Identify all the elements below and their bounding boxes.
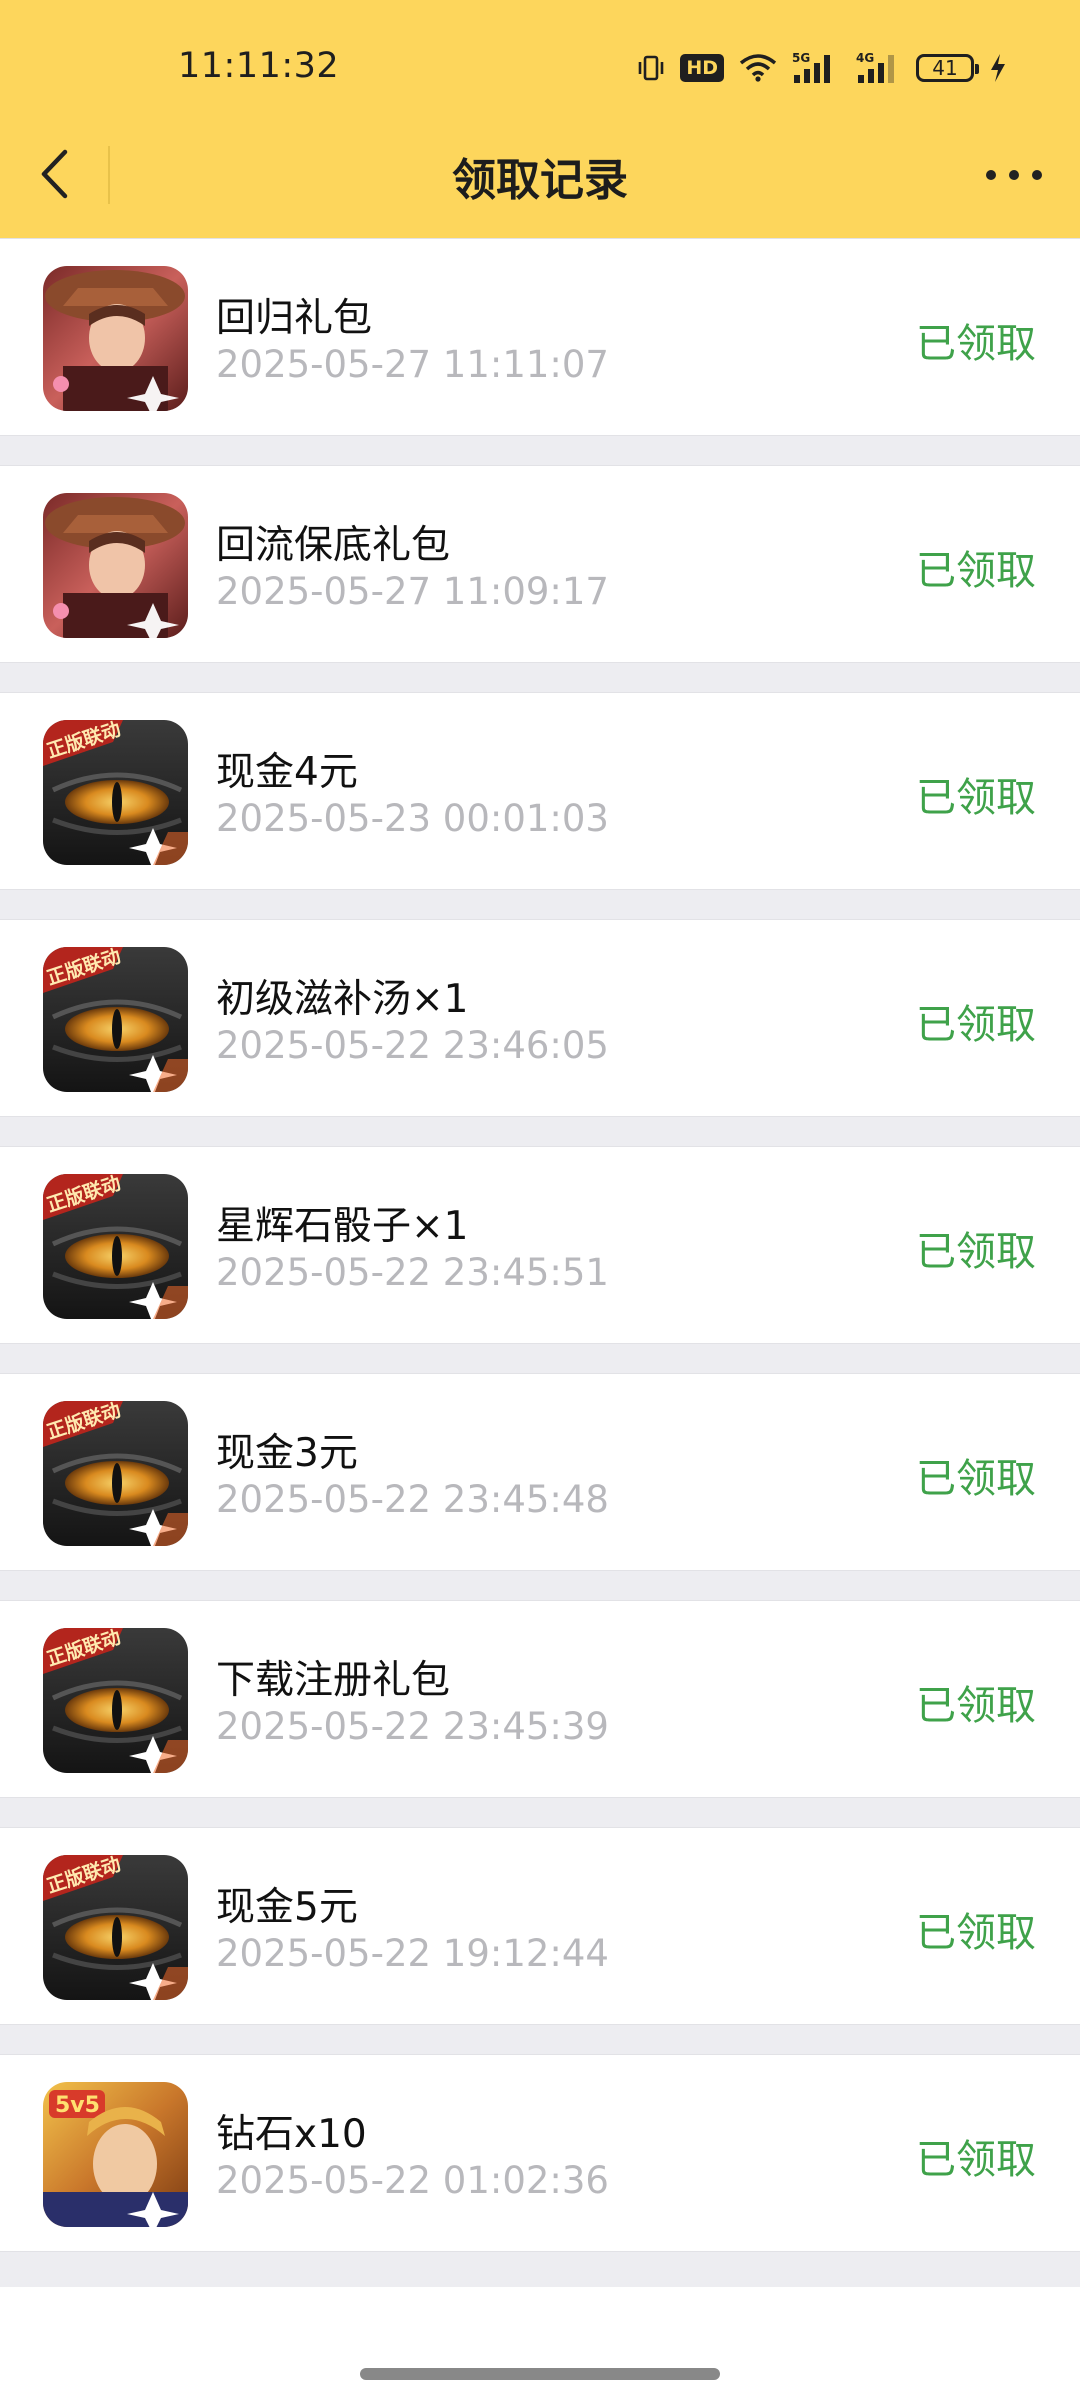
- game-icon-5v5: 5v5: [43, 2082, 188, 2227]
- game-icon-dragon-eye: 正版联动: [43, 1628, 188, 1773]
- record-time: 2025-05-22 23:45:48: [216, 1478, 609, 1521]
- record-status: 已领取: [916, 1002, 1036, 1048]
- record-item[interactable]: 5v5 钻石x10 2025-05-22 01:02:36 已领取: [0, 2054, 1080, 2252]
- record-status: 已领取: [916, 1229, 1036, 1275]
- page-title: 领取记录: [452, 155, 628, 206]
- record-title: 回流保底礼包: [216, 523, 451, 568]
- record-status: 已领取: [916, 1910, 1036, 1956]
- record-item[interactable]: 正版联动 现金5元 2025-05-22 19:12:44 已领取: [0, 1827, 1080, 2025]
- record-time: 2025-05-22 19:12:44: [216, 1932, 609, 1975]
- list-bottom-fade: [0, 2287, 1080, 2400]
- more-button[interactable]: [986, 158, 1042, 192]
- record-title: 星辉石骰子×1: [216, 1204, 469, 1249]
- charging-icon: [988, 52, 1008, 84]
- record-item[interactable]: 正版联动 初级滋补汤×1 2025-05-22 23:46:05 已领取: [0, 919, 1080, 1117]
- record-item[interactable]: 回流保底礼包 2025-05-27 11:09:17 已领取: [0, 465, 1080, 663]
- record-time: 2025-05-27 11:11:07: [216, 343, 609, 386]
- 4g-label: 4G: [856, 51, 874, 65]
- record-time: 2025-05-27 11:09:17: [216, 570, 609, 613]
- status-time: 11:11:32: [178, 46, 340, 86]
- record-time: 2025-05-23 00:01:03: [216, 797, 609, 840]
- app-header: 11:11:32 HD 5G 4G 41 领取记录: [0, 0, 1080, 238]
- svg-text:5v5: 5v5: [55, 2093, 100, 2118]
- 5g-signal-icon: 5G: [792, 51, 842, 85]
- record-title: 下载注册礼包: [216, 1658, 451, 1703]
- game-icon-hero: [43, 493, 188, 638]
- record-item[interactable]: 回归礼包 2025-05-27 11:11:07 已领取: [0, 238, 1080, 436]
- record-item[interactable]: 正版联动 下载注册礼包 2025-05-22 23:45:39 已领取: [0, 1600, 1080, 1798]
- record-status: 已领取: [916, 1683, 1036, 1729]
- record-item[interactable]: 正版联动 星辉石骰子×1 2025-05-22 23:45:51 已领取: [0, 1146, 1080, 1344]
- record-item[interactable]: 正版联动 现金3元 2025-05-22 23:45:48 已领取: [0, 1373, 1080, 1571]
- wifi-icon: [738, 53, 778, 83]
- vibrate-icon: [636, 53, 666, 83]
- game-icon-dragon-eye: 正版联动: [43, 1174, 188, 1319]
- record-status: 已领取: [916, 1456, 1036, 1502]
- 4g-signal-icon: 4G: [856, 51, 902, 85]
- record-time: 2025-05-22 23:46:05: [216, 1024, 609, 1067]
- record-time: 2025-05-22 01:02:36: [216, 2159, 609, 2202]
- battery-level: 41: [932, 56, 958, 80]
- record-title: 回归礼包: [216, 296, 373, 341]
- game-icon-dragon-eye: 正版联动: [43, 1401, 188, 1546]
- record-title: 钻石x10: [216, 2112, 367, 2157]
- game-icon-dragon-eye: 正版联动: [43, 720, 188, 865]
- record-status: 已领取: [916, 321, 1036, 367]
- game-icon-hero: [43, 266, 188, 411]
- record-title: 现金5元: [216, 1885, 358, 1930]
- record-title: 初级滋补汤×1: [216, 977, 469, 1022]
- record-status: 已领取: [916, 775, 1036, 821]
- record-item[interactable]: 正版联动 现金4元 2025-05-23 00:01:03 已领取: [0, 692, 1080, 890]
- game-icon-dragon-eye: 正版联动: [43, 1855, 188, 2000]
- record-title: 现金4元: [216, 750, 358, 795]
- game-icon-dragon-eye: 正版联动: [43, 947, 188, 1092]
- record-time: 2025-05-22 23:45:51: [216, 1251, 609, 1294]
- record-status: 已领取: [916, 548, 1036, 594]
- record-time: 2025-05-22 23:45:39: [216, 1705, 609, 1748]
- status-icons: HD 5G 4G 41: [636, 40, 1008, 96]
- more-dots-icon: [986, 170, 996, 180]
- battery-icon: 41: [916, 54, 979, 82]
- record-title: 现金3元: [216, 1431, 358, 1476]
- home-indicator[interactable]: [360, 2368, 720, 2380]
- record-status: 已领取: [916, 2137, 1036, 2183]
- 5g-label: 5G: [792, 51, 810, 65]
- hd-icon: HD: [680, 54, 724, 82]
